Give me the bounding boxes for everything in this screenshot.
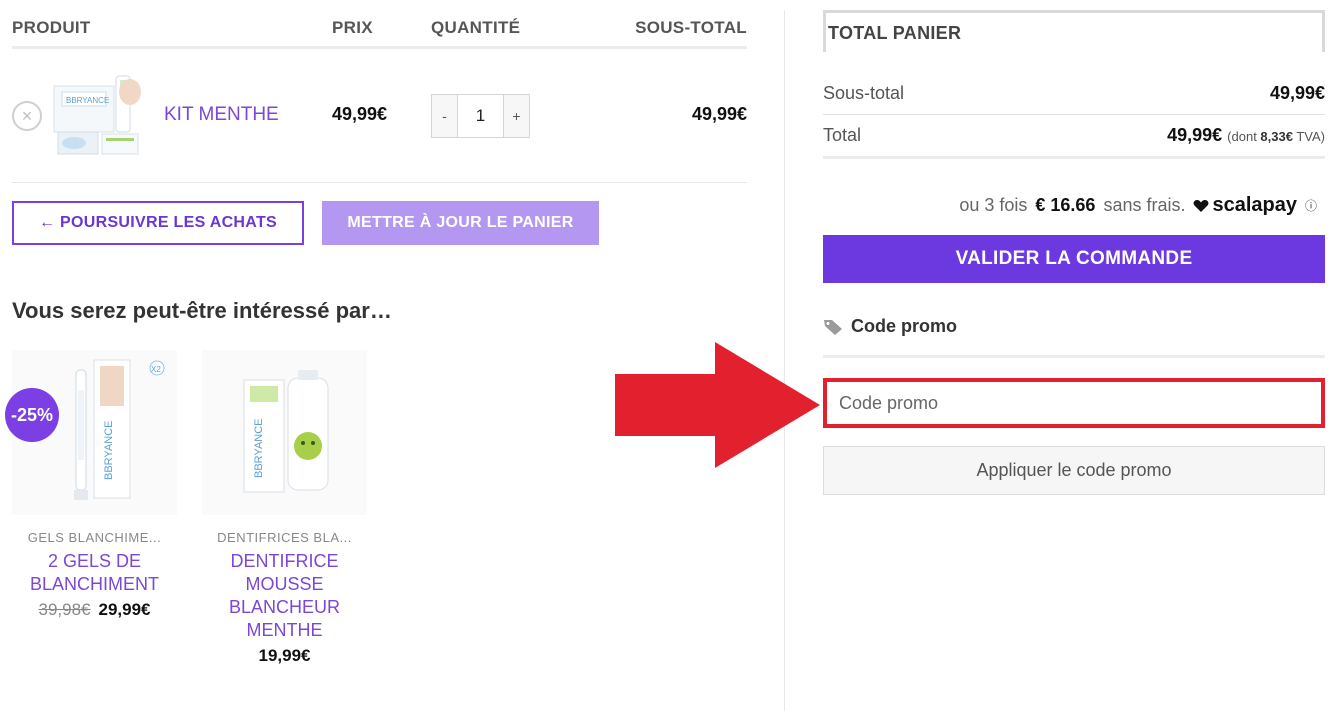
promo-code-input[interactable] <box>823 378 1325 428</box>
checkout-button[interactable]: VALIDER LA COMMANDE <box>823 235 1325 283</box>
product-price: 49,99€ <box>332 104 388 124</box>
header-divider <box>12 46 747 49</box>
apply-promo-button[interactable]: Appliquer le code promo <box>823 446 1325 495</box>
sale-badge: -25% <box>5 388 59 442</box>
gels-corner-tag: X2 <box>151 365 161 374</box>
totals-bottom-divider <box>823 156 1325 159</box>
product-category-gels[interactable]: GELS BLANCHIME... <box>12 530 177 545</box>
continue-shopping-button[interactable]: ← POURSUIVRE LES ACHATS <box>12 201 304 245</box>
header-product: PRODUIT <box>12 18 91 37</box>
info-icon[interactable]: ⓘ <box>1305 197 1317 214</box>
product-name-gels[interactable]: 2 GELS DE BLANCHIMENT <box>12 550 177 596</box>
quantity-decrease-button[interactable]: - <box>432 95 457 137</box>
total-label: Total <box>823 125 862 145</box>
kit-thumb-brand: BBRYANCE <box>66 96 109 105</box>
tag-icon <box>824 319 842 335</box>
product-category-dentifrice[interactable]: DENTIFRICES BLA... <box>202 530 367 545</box>
gels-brand-text: BBRYANCE <box>103 420 115 480</box>
dentifrice-brand-text: BBRYANCE <box>253 418 265 478</box>
product-price-gels: 39,98€ 29,99€ <box>12 600 177 620</box>
product-name-link[interactable]: KIT MENTHE <box>164 104 279 126</box>
product-subtotal: 49,99€ <box>691 104 747 124</box>
header-price: PRIX <box>332 18 373 37</box>
scalapay-logo: scalapay <box>1193 194 1297 217</box>
remove-item-button[interactable]: × <box>12 101 42 131</box>
promo-code-heading[interactable]: Code promo <box>823 316 957 337</box>
subtotal-value: 49,99€ <box>1269 83 1325 103</box>
old-price: 39,98€ <box>38 600 91 619</box>
promo-divider <box>823 355 1325 358</box>
related-products-title: Vous serez peut-être intéressé par… <box>12 298 392 323</box>
quantity-increase-button[interactable]: + <box>504 95 529 137</box>
kit-menthe-thumbnail[interactable]: BBRYANCE <box>52 72 144 160</box>
subtotal-label: Sous-total <box>823 83 905 103</box>
header-quantity: QUANTITÉ <box>431 18 521 37</box>
update-cart-button[interactable]: METTRE À JOUR LE PANIER <box>322 201 599 245</box>
scalapay-installments[interactable]: ou 3 fois € 16.66 sans frais. scalapay ⓘ <box>959 194 1317 217</box>
header-subtotal: SOUS-TOTAL <box>635 18 747 37</box>
red-arrow-annotation <box>615 342 820 468</box>
quantity-stepper: - + <box>431 94 530 138</box>
heart-icon <box>1194 199 1209 212</box>
product-price-dentifrice: 19,99€ <box>258 646 311 665</box>
product-name-dentifrice[interactable]: DENTIFRICE MOUSSE BLANCHEUR MENTHE <box>202 550 367 642</box>
sale-price: 29,99€ <box>98 600 151 619</box>
total-value: 49,99€ (dont 8,33€ TVA) <box>1167 125 1325 145</box>
related-product-image-dentifrice[interactable]: BBRYANCE <box>202 350 367 515</box>
totals-divider <box>823 114 1325 115</box>
row-divider <box>12 182 747 183</box>
cart-totals-title: TOTAL PANIER <box>823 10 1325 52</box>
tva-note: (dont 8,33€ TVA) <box>1227 129 1325 144</box>
quantity-input[interactable] <box>457 95 504 137</box>
